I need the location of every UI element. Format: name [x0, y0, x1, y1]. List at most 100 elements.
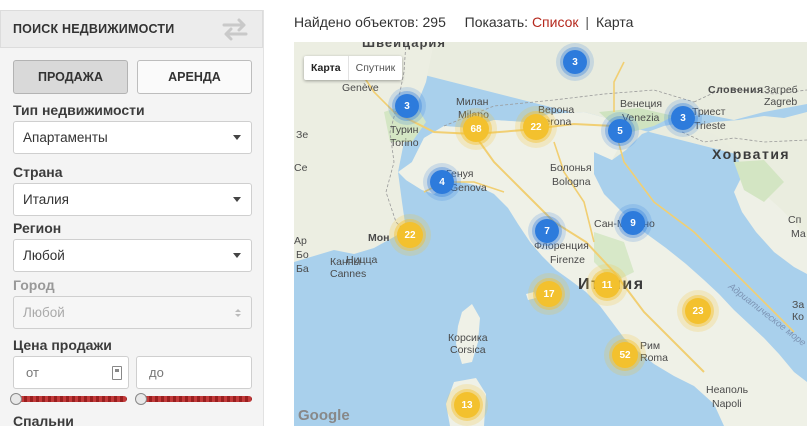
place-ma: Ма — [791, 228, 806, 240]
place-corsica: Corsica — [450, 344, 486, 356]
chevron-down-icon — [233, 197, 241, 202]
city-label: Город — [13, 277, 55, 293]
place-corsica-ru: Корсика — [448, 332, 488, 344]
place-zagreb: Zagreb — [764, 96, 798, 108]
place-geneve: Genève — [342, 82, 379, 94]
view-separator: | — [585, 14, 590, 30]
place-switzerland: Швейцария — [362, 42, 447, 50]
slider-handle[interactable] — [135, 393, 147, 405]
map-view[interactable]: Карта Спутник Швейцария Genève Милан Mil… — [294, 42, 807, 426]
region-label: Регион — [13, 220, 62, 236]
chevron-down-icon — [233, 135, 241, 140]
place-naples-ru: Неаполь — [706, 384, 749, 396]
price-range: от до — [13, 356, 252, 389]
map-cluster[interactable]: 17 — [536, 281, 562, 307]
place-cannes-ru: Канны — [330, 256, 362, 268]
place-bologna-ru: Болонья — [550, 162, 592, 174]
swap-arrows-icon[interactable] — [218, 17, 252, 41]
place-rome-ru: Рим — [640, 340, 661, 352]
map-cluster[interactable]: 3 — [671, 106, 695, 130]
place-cannes: Cannes — [330, 268, 367, 280]
place-ar: Ар — [294, 235, 307, 247]
tab-rent[interactable]: АРЕНДА — [137, 60, 252, 94]
region-value: Любой — [23, 248, 65, 263]
place-sp: Сп — [788, 214, 802, 226]
price-to-input[interactable]: до — [136, 356, 252, 389]
place-slovenia: Словения — [708, 84, 764, 96]
place-rome: Roma — [640, 352, 669, 364]
sidebar-header: ПОИСК НЕДВИЖИМОСТИ — [0, 10, 263, 48]
map-type-satellite[interactable]: Спутник — [347, 56, 403, 80]
place-venice-ru: Венеция — [620, 98, 663, 110]
place-zagreb-ru: Загреб — [764, 84, 798, 96]
place-ba: Ба — [296, 263, 309, 275]
place-monaco: Мон — [368, 232, 390, 244]
price-label: Цена продажи — [13, 337, 112, 353]
map-cluster[interactable]: 23 — [685, 298, 711, 324]
property-type-select[interactable]: Апартаменты — [13, 121, 252, 154]
region-select[interactable]: Любой — [13, 239, 252, 272]
place-croatia: Хорватия — [712, 146, 791, 162]
country-value: Италия — [23, 192, 69, 207]
place-turin-ru: Турин — [390, 124, 419, 136]
found-count: 295 — [422, 14, 446, 30]
slider-handle[interactable] — [10, 393, 22, 405]
map-type-control: Карта Спутник — [304, 56, 403, 80]
view-map-link[interactable]: Карта — [596, 14, 633, 30]
map-cluster[interactable]: 68 — [463, 116, 489, 142]
property-type-label: Тип недвижимости — [13, 102, 145, 118]
found-label: Найдено объектов: — [294, 14, 419, 30]
property-type-value: Апартаменты — [23, 130, 108, 145]
place-verona-ru: Верона — [538, 104, 575, 116]
show-label: Показать: — [464, 14, 529, 30]
price-from-placeholder: от — [26, 365, 39, 380]
view-list-link[interactable]: Список — [532, 14, 579, 30]
place-florence: Firenze — [550, 254, 586, 266]
bedrooms-label: Спальни — [13, 413, 74, 426]
price-sliders — [10, 393, 252, 405]
calculator-icon — [112, 365, 122, 380]
city-value: Любой — [23, 305, 65, 320]
map-cluster[interactable]: 22 — [397, 222, 423, 248]
slider-track — [137, 396, 252, 402]
map-cluster[interactable]: 3 — [563, 50, 587, 74]
city-select[interactable]: Любой — [13, 296, 252, 329]
map-type-map[interactable]: Карта — [304, 56, 348, 80]
place-milan-ru: Милан — [456, 96, 489, 108]
price-to-placeholder: до — [149, 365, 164, 380]
country-select[interactable]: Италия — [13, 183, 252, 216]
updown-arrows-icon — [235, 308, 241, 317]
tab-sale[interactable]: ПРОДАЖА — [13, 60, 128, 94]
results-bar: Найдено объектов: 295 Показать: Список |… — [294, 14, 633, 30]
map-cluster[interactable]: 22 — [523, 114, 549, 140]
map-cluster[interactable]: 7 — [535, 219, 559, 243]
place-trieste-ru: Триест — [692, 106, 726, 118]
price-from-input[interactable]: от — [13, 356, 129, 389]
map-cluster[interactable]: 3 — [395, 94, 419, 118]
map-cluster[interactable]: 9 — [621, 211, 645, 235]
place-za: За — [792, 299, 805, 311]
search-sidebar: ПОИСК НЕДВИЖИМОСТИ ПРОДАЖА АРЕНДА Тип не… — [0, 10, 264, 426]
price-from-slider[interactable] — [10, 393, 127, 405]
map-cluster[interactable]: 52 — [612, 342, 638, 368]
place-bologna: Bologna — [552, 176, 591, 188]
place-trieste: Trieste — [694, 120, 726, 132]
place-turin: Torino — [390, 137, 419, 149]
map-cluster[interactable]: 11 — [594, 272, 620, 298]
map-cluster[interactable]: 13 — [454, 392, 480, 418]
place-naples: Napoli — [712, 398, 742, 410]
chevron-down-icon — [233, 253, 241, 258]
google-logo: Google — [298, 407, 350, 424]
map-cluster[interactable]: 5 — [608, 119, 632, 143]
place-ko: Ко — [792, 311, 804, 323]
sidebar-title: ПОИСК НЕДВИЖИМОСТИ — [13, 22, 175, 36]
place-genoa: Genova — [450, 182, 487, 194]
slider-track — [12, 396, 127, 402]
map-cluster[interactable]: 4 — [430, 170, 454, 194]
country-label: Страна — [13, 164, 63, 180]
place-bo: Бо — [296, 249, 309, 261]
place-se: Се — [294, 162, 308, 174]
deal-type-tabs: ПРОДАЖА АРЕНДА — [0, 48, 263, 94]
price-to-slider[interactable] — [135, 393, 252, 405]
place-ze: Зе — [296, 129, 309, 141]
